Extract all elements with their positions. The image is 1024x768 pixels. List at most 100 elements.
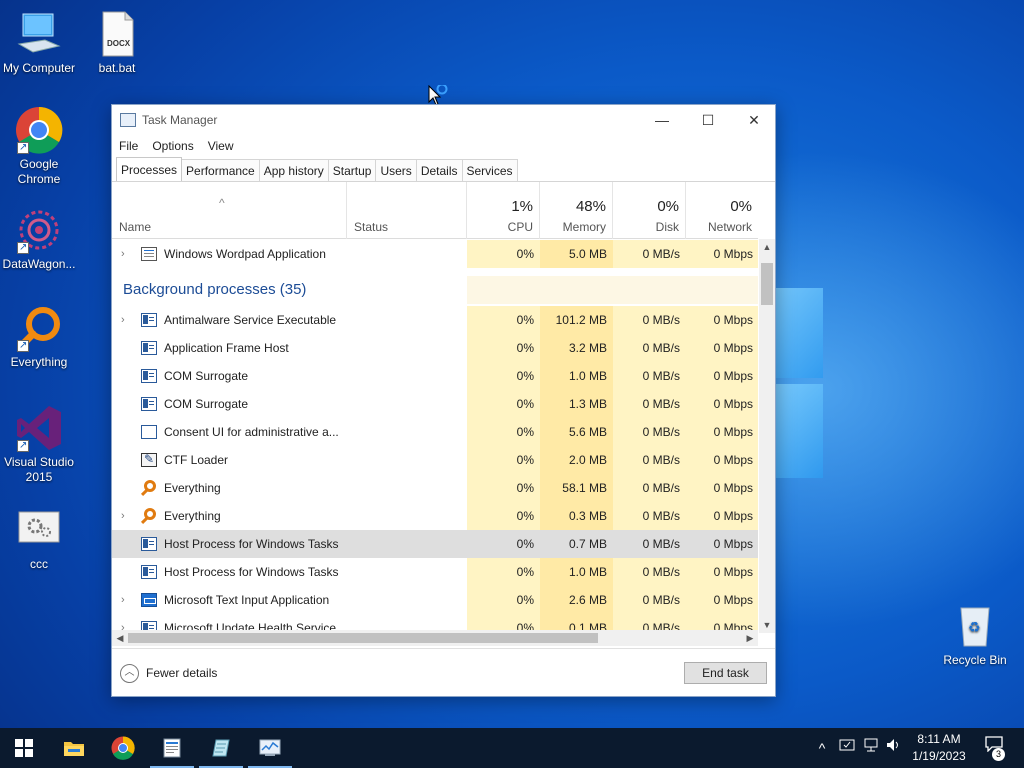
vertical-scrollbar[interactable]: ▲ ▼: [759, 239, 775, 633]
process-name: Host Process for Windows Tasks: [164, 565, 339, 579]
menu-view[interactable]: View: [201, 137, 241, 157]
desktop-icon-ccc[interactable]: ccc: [0, 506, 78, 572]
tab-performance[interactable]: Performance: [181, 159, 260, 181]
expand-chevron-icon[interactable]: ›: [121, 240, 125, 268]
column-header-disk[interactable]: 0% Disk: [613, 182, 686, 239]
column-label-network: Network: [707, 220, 752, 234]
action-center-button[interactable]: 3: [980, 728, 1008, 768]
process-memory-value: 101.2 MB: [540, 306, 613, 334]
expand-chevron-icon[interactable]: ›: [121, 306, 125, 334]
taskbar-task-manager[interactable]: [246, 728, 294, 768]
cpu-total: 1%: [511, 198, 533, 215]
expand-chevron-icon[interactable]: ›: [121, 502, 125, 530]
tray-network-icon[interactable]: [860, 728, 882, 768]
process-cpu-value: 0%: [467, 558, 540, 586]
taskbar-chrome[interactable]: [99, 728, 147, 768]
process-disk-value: 0 MB/s: [613, 362, 686, 390]
fewer-details-link[interactable]: Fewer details: [146, 666, 217, 680]
process-memory-value: 0.7 MB: [568, 537, 607, 551]
column-label-status: Status: [354, 220, 389, 234]
chrome-icon: [15, 106, 63, 155]
column-label-memory: Memory: [562, 220, 606, 234]
table-row[interactable]: COM Surrogate 0% 1.3 MB 0 MB/s 0 Mbps: [112, 390, 758, 418]
table-row[interactable]: Host Process for Windows Tasks 0% 0.7 MB 0 …: [112, 530, 758, 558]
desktop-icon-my-computer[interactable]: My Computer: [0, 10, 78, 76]
shortcut-arrow-icon: [17, 240, 29, 255]
process-memory-value: 0.3 MB: [540, 502, 613, 530]
table-row[interactable]: › Antimalware Service Executable 0% 101.2 M…: [112, 306, 758, 334]
chevron-up-icon[interactable]: ︿: [120, 664, 139, 683]
menu-file[interactable]: File: [112, 137, 145, 157]
table-row[interactable]: Everything 0% 58.1 MB 0 MB/s 0 Mbps: [112, 474, 758, 502]
table-row[interactable]: › Windows Wordpad Application 0% 5.0 MB 0 MB…: [112, 240, 758, 268]
vertical-scroll-thumb[interactable]: [761, 263, 773, 305]
tab-processes[interactable]: Processes: [116, 157, 183, 181]
table-row[interactable]: CTF Loader 0%2.0 MB0 MB/s0 Mbps: [112, 446, 758, 474]
scroll-up-button[interactable]: ▲: [759, 239, 775, 255]
column-header-status[interactable]: Status: [347, 182, 467, 239]
tray-clock[interactable]: 8:11 AM 1/19/2023: [905, 731, 973, 765]
visual-studio-icon: [15, 404, 63, 453]
taskbar-wordpad[interactable]: [148, 728, 196, 768]
column-header-network[interactable]: 0% Network: [686, 182, 758, 239]
table-row[interactable]: Application Frame Host 0% 3.2 MB 0 MB/s 0 Mb…: [112, 334, 758, 362]
desktop-icon-recycle-bin[interactable]: ♻ Recycle Bin: [936, 602, 1014, 668]
tab-services[interactable]: Services: [461, 159, 518, 181]
app-window-icon: [141, 565, 157, 579]
desktop-icon-visual-studio[interactable]: Visual Studio 2015: [0, 404, 78, 485]
table-row[interactable]: › Microsoft Text Input Application 0% 2.6 M…: [112, 586, 758, 614]
horizontal-scroll-thumb[interactable]: [128, 633, 598, 643]
close-button[interactable]: ✕: [731, 105, 777, 135]
title-bar[interactable]: Task Manager — ☐ ✕: [112, 105, 775, 135]
process-name: COM Surrogate: [164, 397, 249, 411]
tab-app-history[interactable]: App history: [258, 159, 329, 181]
column-label-disk: Disk: [655, 220, 679, 234]
clock-date: 1/19/2023: [912, 749, 966, 763]
column-header-name[interactable]: Name: [112, 182, 347, 239]
process-disk-value: 0 MB/s: [613, 418, 686, 446]
process-network-value: 0 Mbps: [686, 240, 758, 268]
desktop-icon-everything[interactable]: Everything: [0, 304, 78, 370]
horizontal-scrollbar[interactable]: ◀ ▶: [112, 630, 758, 646]
blank-window-icon: [141, 425, 157, 439]
table-row[interactable]: › Everything 0% 0.3 MB 0 MB/s 0 Mbps: [112, 502, 758, 530]
expand-chevron-icon[interactable]: ›: [121, 586, 125, 614]
group-title: Background processes (35): [123, 281, 307, 298]
taskbar-file-explorer[interactable]: [50, 728, 98, 768]
process-name: Antimalware Service Executable: [164, 313, 337, 327]
column-header-cpu[interactable]: 1% CPU: [467, 182, 540, 239]
task-manager-window: Task Manager — ☐ ✕ File Options View Pro…: [111, 104, 776, 697]
process-cpu-value: 0%: [467, 586, 540, 614]
process-cpu-value: 0%: [467, 334, 540, 362]
taskbar-notepad[interactable]: [197, 728, 245, 768]
table-row[interactable]: COM Surrogate 0% 1.0 MB 0 MB/s 0 Mbps: [112, 362, 758, 390]
desktop-icon-bat[interactable]: DOCX bat.bat: [78, 10, 156, 76]
maximize-button[interactable]: ☐: [685, 105, 731, 135]
process-disk-value: 0 MB/s: [613, 334, 686, 362]
column-header-memory[interactable]: 48% Memory: [540, 182, 613, 239]
tray-overflow-chevron-icon[interactable]: ^: [812, 728, 832, 768]
start-button[interactable]: [0, 728, 48, 768]
menu-options[interactable]: Options: [145, 137, 200, 157]
scroll-left-button[interactable]: ◀: [112, 630, 128, 646]
desktop-icon-chrome[interactable]: Google Chrome: [0, 106, 78, 187]
table-row[interactable]: Consent UI for administrative a... 0% 5.6 …: [112, 418, 758, 446]
shortcut-arrow-icon: [17, 338, 29, 353]
tab-startup[interactable]: Startup: [327, 159, 377, 181]
desktop-icon-label: ccc: [30, 557, 48, 571]
desktop-icon-datawagon[interactable]: DataWagon...: [0, 206, 78, 272]
tray-security-icon[interactable]: [836, 728, 858, 768]
desktop-icon-label: Recycle Bin: [943, 653, 1007, 667]
end-task-button[interactable]: End task: [684, 662, 767, 684]
group-network-cell: [686, 276, 758, 304]
minimize-button[interactable]: —: [639, 105, 685, 135]
group-header-row[interactable]: Background processes (35): [112, 276, 758, 304]
scroll-down-button[interactable]: ▼: [759, 617, 775, 633]
tab-details[interactable]: Details: [415, 159, 463, 181]
tray-volume-icon[interactable]: [884, 728, 904, 768]
tab-users[interactable]: Users: [375, 159, 417, 181]
group-memory-cell: [540, 276, 613, 304]
process-memory-value: 5.0 MB: [540, 240, 613, 268]
table-row[interactable]: Host Process for Windows Tasks 0% 1.0 MB 0 …: [112, 558, 758, 586]
scroll-right-button[interactable]: ▶: [742, 630, 758, 646]
